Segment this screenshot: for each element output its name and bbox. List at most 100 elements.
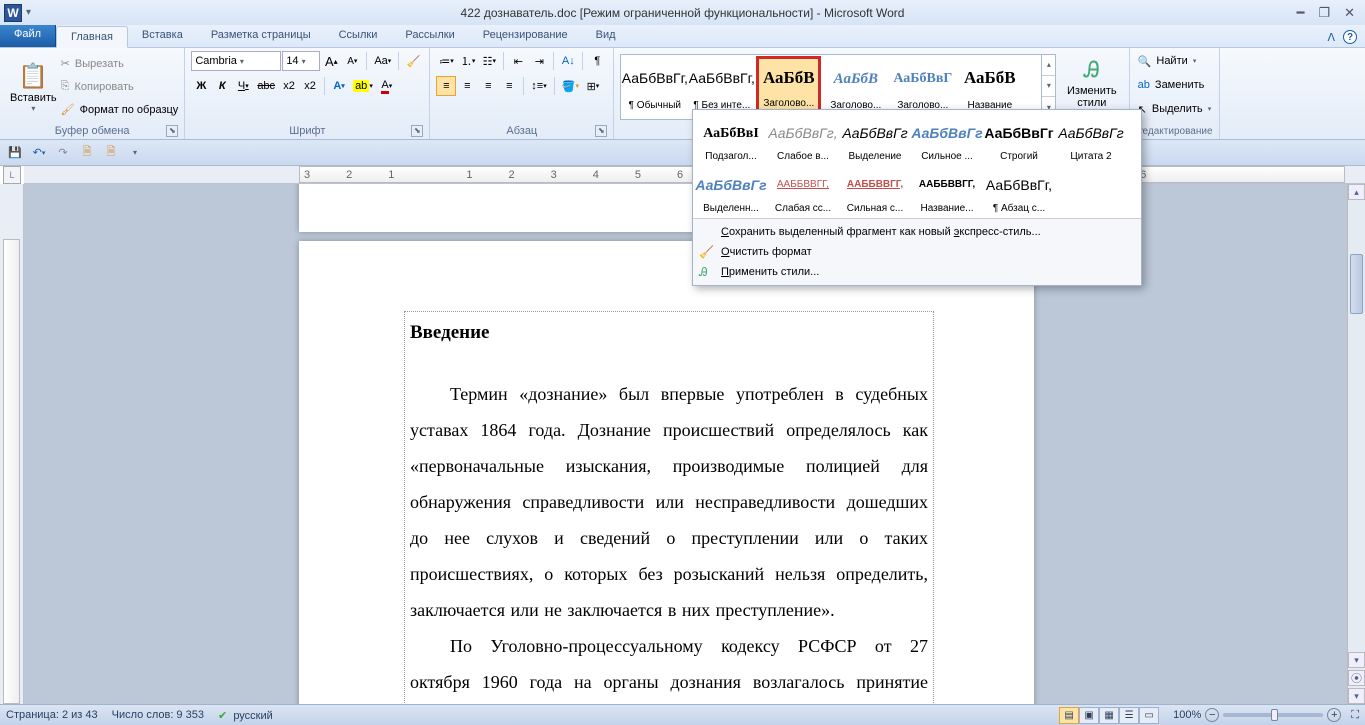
minimize-ribbon-icon[interactable]: ᐱ bbox=[1327, 31, 1335, 44]
print-layout-view[interactable]: ▤ bbox=[1059, 707, 1079, 724]
line-spacing-button[interactable]: ↕≡▾ bbox=[528, 76, 549, 96]
paragraph-launcher[interactable]: ⬊ bbox=[595, 125, 607, 137]
borders-button[interactable]: ⊞▾ bbox=[583, 76, 603, 96]
clear-format-item[interactable]: 🧹Очистить формат bbox=[693, 242, 1141, 262]
show-marks-button[interactable]: ¶ bbox=[587, 51, 607, 71]
decrease-indent-button[interactable]: ⇤ bbox=[508, 51, 528, 71]
doc-heading[interactable]: Введение bbox=[410, 322, 928, 344]
help-icon[interactable]: ? bbox=[1343, 30, 1357, 44]
outline-view[interactable]: ☰ bbox=[1119, 707, 1139, 724]
scroll-down-button[interactable]: ▾ bbox=[1348, 652, 1365, 668]
status-words[interactable]: Число слов: 9 353 bbox=[112, 709, 204, 721]
qat-extra2-button[interactable]: 🗎 bbox=[100, 142, 122, 164]
tab-stop-selector[interactable]: L bbox=[3, 166, 21, 184]
paste-button[interactable]: 📋 Вставить ▾ bbox=[6, 54, 61, 120]
clear-format-button[interactable]: 🧹 bbox=[403, 51, 423, 71]
fullscreen-view[interactable]: ▣ bbox=[1079, 707, 1099, 724]
zoom-fit-button[interactable]: ⛶ bbox=[1351, 709, 1359, 722]
text-effects-button[interactable]: A▾ bbox=[329, 76, 349, 96]
justify-button[interactable]: ≡ bbox=[499, 76, 519, 96]
scroll-up-button[interactable]: ▴ bbox=[1348, 184, 1365, 200]
tab-file[interactable]: Файл bbox=[0, 24, 56, 47]
change-case-button[interactable]: Aa▾ bbox=[371, 51, 394, 71]
copy-button[interactable]: ⎘ Копировать bbox=[61, 76, 179, 98]
font-launcher[interactable]: ⬊ bbox=[411, 125, 423, 137]
align-left-button[interactable]: ≡ bbox=[436, 76, 456, 96]
scroll-thumb[interactable] bbox=[1350, 254, 1363, 314]
grow-font-button[interactable]: A▴ bbox=[321, 51, 341, 71]
next-page-button[interactable]: ▾ bbox=[1348, 688, 1365, 704]
font-color-button[interactable]: A▾ bbox=[377, 76, 397, 96]
tab-references[interactable]: Ссылки bbox=[325, 25, 392, 47]
doc-paragraph-2[interactable]: По Уголовно-процессуальному кодексу РСФС… bbox=[410, 628, 928, 704]
style-item[interactable]: АаБбВвГг,¶ Обычный bbox=[622, 56, 687, 112]
underline-button[interactable]: Ч▾ bbox=[233, 76, 253, 96]
style-item[interactable]: АаБбВвГг,Слабое в... bbox=[768, 113, 838, 163]
scrollbar-vertical[interactable]: ▴ ▾ ⦿ ▾ bbox=[1347, 184, 1365, 704]
qat-customize-button[interactable]: ▾ bbox=[124, 142, 146, 164]
align-center-button[interactable]: ≡ bbox=[457, 76, 477, 96]
gallery-up-button[interactable]: ▴ bbox=[1042, 55, 1055, 76]
zoom-out-button[interactable]: − bbox=[1205, 708, 1219, 722]
superscript-button[interactable]: x2 bbox=[300, 76, 320, 96]
style-item[interactable]: ААББВВГГ,Слабая сс... bbox=[768, 165, 838, 215]
web-view[interactable]: ▦ bbox=[1099, 707, 1119, 724]
style-item[interactable]: АаБбВЗаголово... bbox=[823, 56, 888, 112]
draft-view[interactable]: ▭ bbox=[1139, 707, 1159, 724]
status-lang[interactable]: ✔ русский bbox=[218, 709, 273, 722]
sort-button[interactable]: A↓ bbox=[558, 51, 578, 71]
style-item[interactable]: ААББВВГГ,Сильная с... bbox=[840, 165, 910, 215]
close-icon[interactable]: ✕ bbox=[1344, 5, 1355, 21]
style-item[interactable]: АаБбВвГгЦитата 2 bbox=[1056, 113, 1126, 163]
zoom-slider[interactable] bbox=[1223, 713, 1323, 717]
zoom-thumb[interactable] bbox=[1271, 709, 1278, 721]
save-button[interactable]: 💾 bbox=[4, 142, 26, 164]
tab-view[interactable]: Вид bbox=[582, 25, 630, 47]
qat-extra1-button[interactable]: 🗎 bbox=[76, 142, 98, 164]
subscript-button[interactable]: x2 bbox=[279, 76, 299, 96]
zoom-in-button[interactable]: + bbox=[1327, 708, 1341, 722]
italic-button[interactable]: К bbox=[212, 76, 232, 96]
tab-mailings[interactable]: Рассылки bbox=[391, 25, 468, 47]
restore-icon[interactable]: ❐ bbox=[1318, 5, 1330, 21]
shading-button[interactable]: 🪣▾ bbox=[559, 76, 582, 96]
shrink-font-button[interactable]: A▾ bbox=[342, 51, 362, 71]
strike-button[interactable]: abc bbox=[254, 76, 278, 96]
font-size-combo[interactable]: 14▾ bbox=[282, 51, 320, 71]
status-page[interactable]: Страница: 2 из 43 bbox=[6, 709, 98, 721]
tab-home[interactable]: Главная bbox=[56, 26, 128, 48]
cut-button[interactable]: ✂ Вырезать bbox=[61, 53, 179, 75]
numbering-button[interactable]: ⒈▾ bbox=[458, 51, 479, 71]
zoom-level[interactable]: 100% bbox=[1173, 709, 1201, 721]
style-item[interactable]: ААББВВГГ,Название... bbox=[912, 165, 982, 215]
format-painter-button[interactable]: 🖌 Формат по образцу bbox=[61, 99, 179, 121]
select-button[interactable]: ↖ Выделить ▾ bbox=[1138, 98, 1212, 120]
increase-indent-button[interactable]: ⇥ bbox=[529, 51, 549, 71]
style-item[interactable]: АаБбВвГЗаголово... bbox=[890, 56, 955, 112]
multilevel-button[interactable]: ☷▾ bbox=[479, 51, 499, 71]
style-item[interactable]: АаБбВвГгСильное ... bbox=[912, 113, 982, 163]
style-item[interactable]: АаБбВвГгВыделение bbox=[840, 113, 910, 163]
font-name-combo[interactable]: Cambria▾ bbox=[191, 51, 281, 71]
ruler-vertical[interactable] bbox=[0, 184, 24, 704]
doc-paragraph-1[interactable]: Термин «дознание» был впервые употреблен… bbox=[410, 376, 928, 628]
prev-page-button[interactable]: ⦿ bbox=[1348, 670, 1365, 686]
tab-review[interactable]: Рецензирование bbox=[469, 25, 582, 47]
bold-button[interactable]: Ж bbox=[191, 76, 211, 96]
style-item[interactable]: АаБбВвГг,¶ Без инте... bbox=[689, 56, 754, 112]
highlight-button[interactable]: ab▾ bbox=[350, 76, 376, 96]
style-item[interactable]: АаБбВвГгВыделенн... bbox=[696, 165, 766, 215]
redo-button[interactable]: ↷ bbox=[52, 142, 74, 164]
save-quick-style-item[interactable]: Сохранить выделенный фрагмент как новый … bbox=[693, 222, 1141, 242]
style-item[interactable]: АаБбВвГгСтрогий bbox=[984, 113, 1054, 163]
style-item[interactable]: АаБбВЗаголово... bbox=[756, 56, 821, 112]
align-right-button[interactable]: ≡ bbox=[478, 76, 498, 96]
style-item[interactable]: АаБбВвІПодзагол... bbox=[696, 113, 766, 163]
style-item[interactable]: АаБбВНазвание bbox=[957, 56, 1022, 112]
clipboard-launcher[interactable]: ⬊ bbox=[166, 125, 178, 137]
tab-insert[interactable]: Вставка bbox=[128, 25, 197, 47]
style-item[interactable]: АаБбВвГг,¶ Абзац с... bbox=[984, 165, 1054, 215]
minimize-icon[interactable]: ━ bbox=[1297, 5, 1305, 21]
find-button[interactable]: 🔍 Найти ▾ bbox=[1138, 50, 1197, 72]
tab-layout[interactable]: Разметка страницы bbox=[197, 25, 325, 47]
